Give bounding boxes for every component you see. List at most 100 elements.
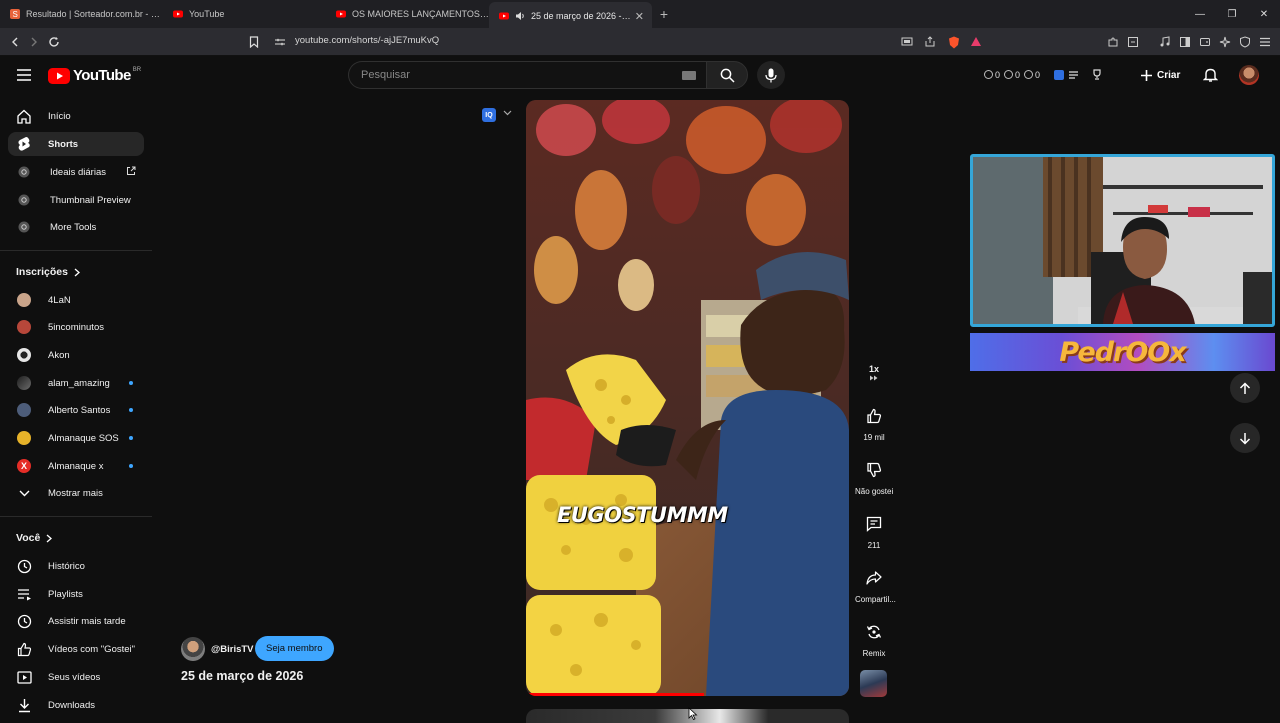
vpn-shield-icon[interactable] xyxy=(1238,35,1252,49)
you-title: Você xyxy=(16,532,41,544)
subscription-almanaque-sos[interactable]: Almanaque SOS xyxy=(8,426,144,450)
speaker-icon[interactable] xyxy=(515,11,525,21)
sidebar-item-seus-videos[interactable]: Seus vídeos xyxy=(8,665,144,689)
ai-sparkle-icon[interactable] xyxy=(1218,35,1232,49)
chevron-right-icon xyxy=(46,534,53,542)
brave-rewards-icon[interactable] xyxy=(969,35,983,49)
like-icon[interactable] xyxy=(860,402,888,430)
comment-icon[interactable] xyxy=(860,510,888,538)
sidebar-item-shorts[interactable]: Shorts xyxy=(8,132,144,156)
browser-menu-icon[interactable] xyxy=(1258,35,1272,49)
subscription-alberto-santos[interactable]: Alberto Santos xyxy=(8,398,144,422)
join-button[interactable]: Seja membro xyxy=(255,636,334,661)
comments-action[interactable]: 211 xyxy=(855,510,893,550)
close-tab-icon[interactable]: ✕ xyxy=(635,10,644,23)
you-header[interactable]: Você xyxy=(16,532,53,544)
short-channel-info[interactable]: @BirisTV xyxy=(181,637,254,661)
wallet-icon[interactable] xyxy=(1198,35,1212,49)
share-action[interactable]: Compartil... xyxy=(855,564,896,604)
notifications-bell-icon[interactable] xyxy=(1203,67,1218,83)
browser-tab-youtube[interactable]: YouTube xyxy=(163,0,326,28)
vidiq-badge-icon[interactable]: IQ xyxy=(482,108,496,122)
sidebar-item-downloads[interactable]: Downloads xyxy=(8,693,144,717)
youtube-logo[interactable]: YouTube BR xyxy=(48,67,141,84)
create-button[interactable]: Criar xyxy=(1140,64,1180,86)
search-box[interactable]: Pesquisar xyxy=(348,61,706,89)
subscription-alam-amazing[interactable]: alam_amazing xyxy=(8,371,144,395)
browser-address-bar: youtube.com/shorts/-ajJE7muKvQ xyxy=(0,28,1280,56)
dislike-icon[interactable] xyxy=(860,456,888,484)
channel-avatar[interactable] xyxy=(181,637,205,661)
reload-icon[interactable] xyxy=(46,34,62,50)
extension-counters: 0 0 0 xyxy=(984,69,1103,80)
sidebar-item-videos-gostei[interactable]: Vídeos com "Gostei" xyxy=(8,637,144,661)
close-window-icon[interactable]: ✕ xyxy=(1248,0,1280,28)
bookmark-icon[interactable] xyxy=(246,34,262,50)
dislike-action[interactable]: Não gostei xyxy=(855,456,893,496)
voice-search-button[interactable] xyxy=(757,61,785,89)
sidebar-item-ideais-diarias[interactable]: Ideais diárias xyxy=(8,160,144,184)
speed-label: 1x xyxy=(868,364,879,374)
sidebar-item-assistir-mais-tarde[interactable]: Assistir mais tarde xyxy=(8,609,144,633)
account-avatar[interactable] xyxy=(1239,65,1259,85)
sidebar-item-inicio[interactable]: Início xyxy=(8,104,144,128)
previous-short-button[interactable] xyxy=(1230,373,1260,403)
share-icon[interactable] xyxy=(860,564,888,592)
sidebar-toggle-icon[interactable] xyxy=(1178,35,1192,49)
search-input[interactable]: Pesquisar xyxy=(361,69,410,81)
next-short-button[interactable] xyxy=(1230,423,1260,453)
short-video-player[interactable] xyxy=(526,100,849,696)
url-field[interactable]: youtube.com/shorts/-ajJE7muKvQ xyxy=(295,35,439,46)
create-label: Criar xyxy=(1157,69,1181,81)
microphone-icon xyxy=(765,68,777,82)
keyboard-icon[interactable] xyxy=(682,71,696,80)
remix-icon[interactable] xyxy=(860,618,888,646)
browser-tab-sorteador[interactable]: S Resultado | Sorteador.com.br - O Site xyxy=(0,0,163,28)
history-icon xyxy=(16,558,32,574)
extension-iq-icon xyxy=(16,219,32,235)
vidiq-icon[interactable] xyxy=(1054,69,1065,80)
video-progress-bar[interactable] xyxy=(526,693,704,696)
trophy-icon[interactable] xyxy=(1091,69,1103,80)
brave-shield-icon[interactable] xyxy=(947,35,961,49)
like-action[interactable]: 19 mil xyxy=(855,402,893,442)
screen-cast-icon[interactable] xyxy=(900,35,914,49)
site-info-icon[interactable] xyxy=(272,34,288,50)
back-icon[interactable] xyxy=(7,34,23,50)
browser-tab-lancamentos[interactable]: OS MAIORES LANÇAMENTOS DO CI xyxy=(326,0,489,28)
new-tab-button[interactable]: + xyxy=(652,0,676,28)
minimize-icon[interactable]: — xyxy=(1184,0,1216,28)
restore-icon[interactable]: ❐ xyxy=(1216,0,1248,28)
sidebar-item-thumbnail-preview[interactable]: Thumbnail Preview xyxy=(8,188,144,212)
search-button[interactable] xyxy=(706,61,748,89)
youtube-favicon-icon xyxy=(499,12,509,20)
forward-icon[interactable] xyxy=(26,34,42,50)
subscriptions-header[interactable]: Inscrições xyxy=(16,266,80,278)
chevron-down-icon[interactable] xyxy=(503,110,512,116)
hamburger-menu-icon[interactable] xyxy=(16,68,32,82)
list-settings-icon[interactable] xyxy=(1068,70,1079,80)
music-note-icon[interactable] xyxy=(1158,35,1172,49)
short-title: 25 de março de 2026 xyxy=(181,669,304,683)
remix-action[interactable]: Remix xyxy=(855,618,893,658)
sidebar-item-more-tools[interactable]: More Tools xyxy=(8,215,144,239)
share-label: Compartil... xyxy=(855,595,896,604)
extension-window-icon[interactable] xyxy=(1126,35,1140,49)
playback-speed[interactable]: 1x xyxy=(860,364,888,381)
subscription-almanaque-x[interactable]: X Almanaque x xyxy=(8,454,144,478)
subscription-4lan[interactable]: 4LaN xyxy=(8,288,144,312)
channel-name[interactable]: @BirisTV xyxy=(211,644,254,655)
sidebar-item-historico[interactable]: Histórico xyxy=(8,554,144,578)
subscription-akon[interactable]: Akon xyxy=(8,343,144,367)
share-page-icon[interactable] xyxy=(923,35,937,49)
sidebar-divider xyxy=(0,250,152,251)
sidebar-item-playlists[interactable]: Playlists xyxy=(8,582,144,606)
youtube-favicon-icon xyxy=(336,10,346,18)
sound-thumbnail[interactable] xyxy=(860,670,887,697)
window-controls: — ❐ ✕ xyxy=(1184,0,1280,28)
browser-tab-active[interactable]: 25 de março de 2026 - YouTube ✕ xyxy=(489,2,652,30)
extension-puzzle-icon[interactable] xyxy=(1106,35,1120,49)
subscription-5incominutos[interactable]: 5incominutos xyxy=(8,315,144,339)
show-more-button[interactable]: Mostrar mais xyxy=(8,481,144,505)
sidebar-item-label: Histórico xyxy=(48,560,85,572)
